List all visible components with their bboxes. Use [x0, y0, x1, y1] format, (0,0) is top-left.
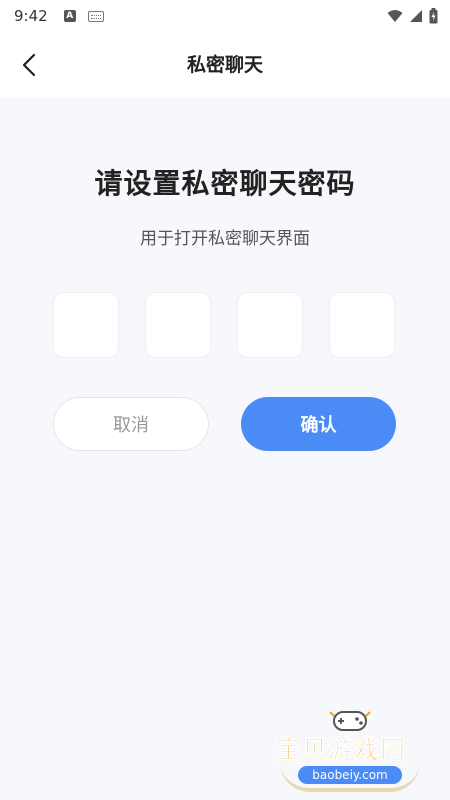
passcode-input-group [53, 292, 396, 360]
signal-icon [410, 10, 422, 22]
keyboard-icon [87, 10, 104, 22]
passcode-digit-2[interactable] [145, 292, 211, 358]
page-title: 私密聊天 [186, 54, 263, 76]
password-setup-subtitle: 用于打开私密聊天界面 [140, 229, 310, 249]
watermark-logo: 宝贝游戏网 baobeiy.com [270, 702, 430, 794]
status-right-icons [387, 8, 438, 24]
status-bar: 9:42 A [0, 0, 450, 32]
password-setup-title: 请设置私密聊天密码 [94, 167, 356, 200]
nav-bar: 私密聊天 [0, 32, 450, 98]
wifi-icon [387, 10, 403, 22]
passcode-digit-4[interactable] [329, 292, 395, 358]
cancel-button[interactable]: 取消 [53, 397, 209, 451]
confirm-button[interactable]: 确认 [241, 397, 396, 451]
watermark-url: baobeiy.com [298, 766, 402, 784]
back-button[interactable] [12, 48, 46, 82]
battery-icon [429, 8, 438, 24]
status-time: 9:42 [14, 7, 48, 25]
chevron-left-icon [22, 53, 36, 77]
screen: 9:42 A 私密聊天 请设置私密聊天密码 用于打开私密聊天界面 取消 确认 宝… [0, 0, 450, 800]
passcode-digit-1[interactable] [53, 292, 119, 358]
notification-a-icon: A [63, 10, 76, 22]
watermark-text: 宝贝游戏网 [276, 735, 407, 765]
passcode-digit-3[interactable] [237, 292, 303, 358]
